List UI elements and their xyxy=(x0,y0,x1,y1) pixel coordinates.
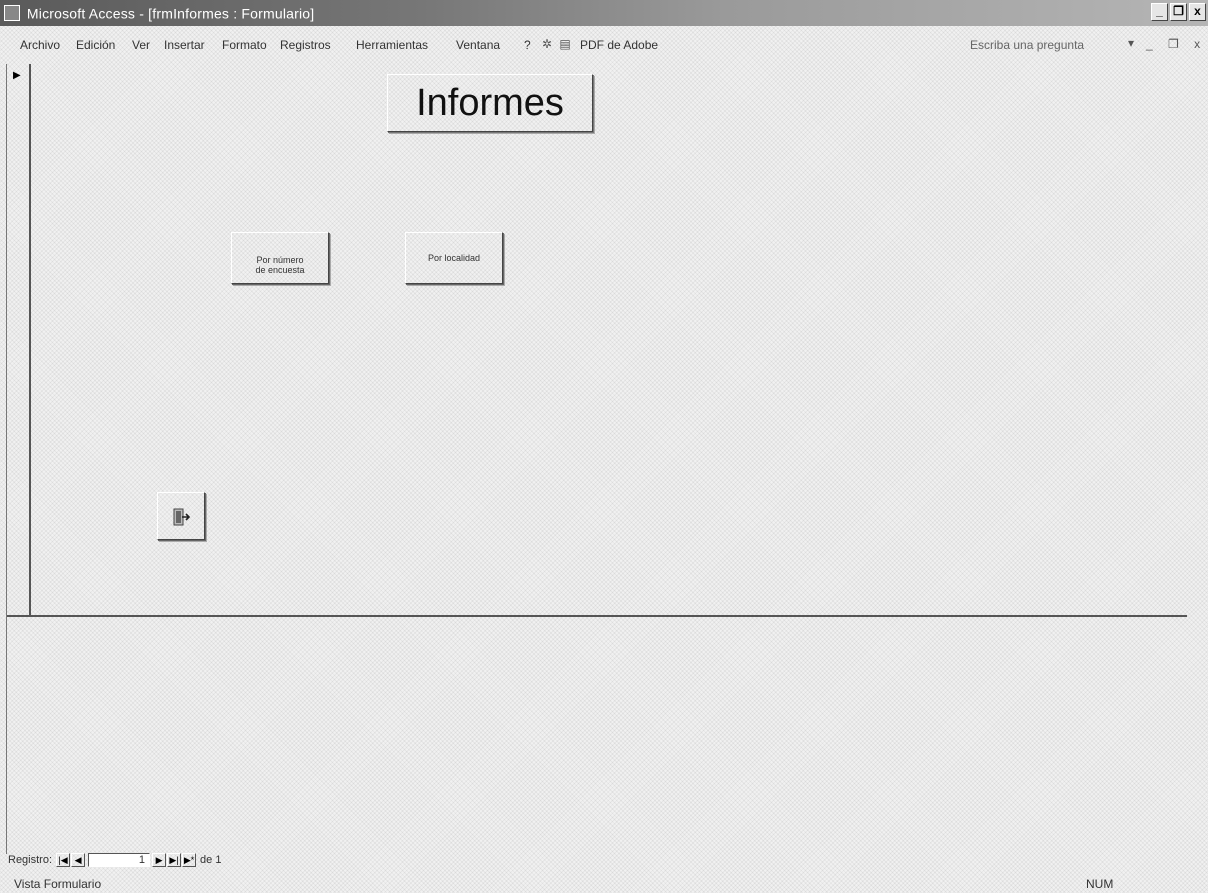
exit-button[interactable] xyxy=(157,492,205,540)
record-selector-arrow-icon: ▶ xyxy=(13,70,21,81)
por-numero-line2: de encuesta xyxy=(255,265,305,275)
menu-pdf-adobe[interactable]: PDF de Adobe xyxy=(580,38,658,52)
menu-edicion[interactable]: Edición xyxy=(76,38,115,52)
menu-formato[interactable]: Formato xyxy=(222,38,267,52)
previous-record-button[interactable]: ◀ xyxy=(71,853,86,867)
por-numero-encuesta-button[interactable]: Por número de encuesta xyxy=(231,232,329,284)
window-controls: _ ❐ x xyxy=(1151,3,1206,21)
pdf-icon[interactable]: ▤ xyxy=(558,37,572,51)
form-title: Informes xyxy=(387,74,593,132)
form-detail-area: ▶ Informes Por número de encuesta Por lo… xyxy=(6,64,1197,854)
status-view: Vista Formulario xyxy=(14,877,102,891)
por-localidad-button[interactable]: Por localidad xyxy=(405,232,503,284)
menu-insertar[interactable]: Insertar xyxy=(164,38,205,52)
window-titlebar: Microsoft Access - [frmInformes : Formul… xyxy=(0,0,1208,26)
menu-archivo[interactable]: Archivo xyxy=(20,38,60,52)
ask-dropdown-icon[interactable]: ▾ xyxy=(1128,36,1134,50)
menu-registros[interactable]: Registros xyxy=(280,38,331,52)
new-record-button[interactable]: ▶* xyxy=(182,853,197,867)
por-numero-line1: Por número xyxy=(256,255,304,265)
status-num-lock: NUM xyxy=(1086,877,1114,891)
exit-door-icon xyxy=(158,493,204,539)
record-total: de 1 xyxy=(200,854,222,866)
current-record-input[interactable]: 1 xyxy=(88,853,151,867)
restore-button[interactable]: ❐ xyxy=(1170,3,1187,21)
close-button[interactable]: x xyxy=(1189,3,1206,21)
record-label: Registro: xyxy=(8,854,53,866)
window-title: Microsoft Access - [frmInformes : Formul… xyxy=(26,5,315,22)
ask-question-input[interactable]: Escriba una pregunta xyxy=(970,38,1084,52)
form-section-divider xyxy=(7,615,1187,617)
minimize-button[interactable]: _ xyxy=(1151,3,1168,21)
next-record-button[interactable]: ▶ xyxy=(152,853,167,867)
menu-ventana[interactable]: Ventana xyxy=(456,38,500,52)
last-record-button[interactable]: ▶| xyxy=(167,853,182,867)
document-window-controls[interactable]: _ ❐ x xyxy=(1146,37,1206,51)
menu-ayuda[interactable]: ? xyxy=(524,38,531,52)
record-selector[interactable]: ▶ xyxy=(7,64,31,616)
menu-bar: Archivo Edición Ver Insertar Formato Reg… xyxy=(0,26,1208,62)
menu-ver[interactable]: Ver xyxy=(132,38,150,52)
toolbar-sparkle-icon[interactable]: ✲ xyxy=(540,37,554,51)
menu-herramientas[interactable]: Herramientas xyxy=(356,38,428,52)
access-app-icon[interactable] xyxy=(4,5,20,22)
first-record-button[interactable]: |◀ xyxy=(56,853,71,867)
por-localidad-label: Por localidad xyxy=(427,253,481,263)
record-navigation: Registro: |◀ ◀ 1 ▶ ▶| ▶* de 1 xyxy=(8,852,221,868)
status-bar: Vista Formulario NUM xyxy=(0,874,1208,893)
